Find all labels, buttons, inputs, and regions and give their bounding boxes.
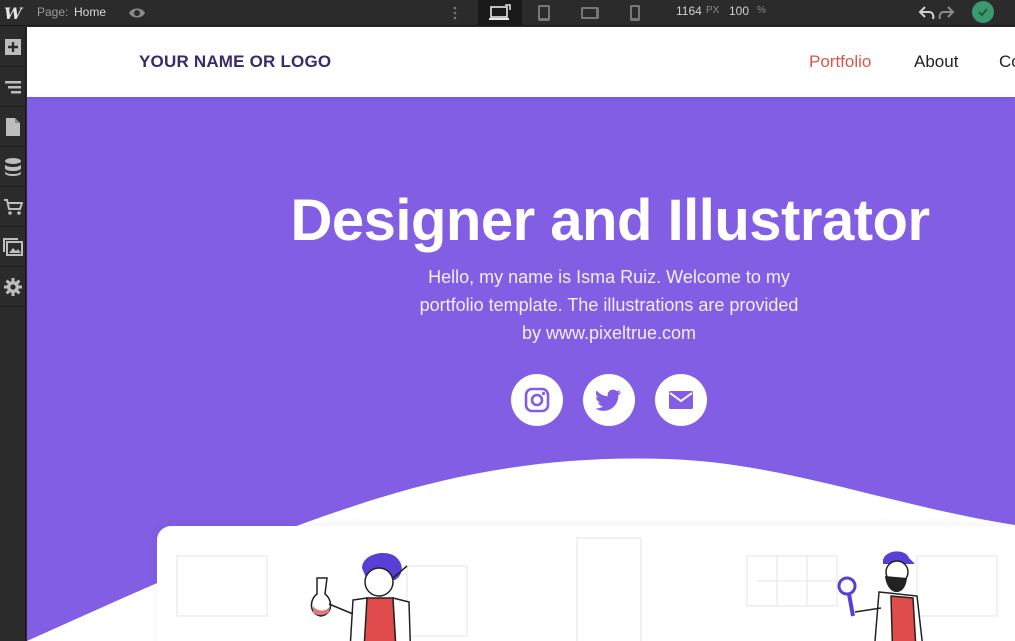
- page-label: Page:: [37, 5, 69, 19]
- hero-title: Designer and Illustrator: [290, 188, 930, 253]
- nav-link-portfolio[interactable]: Portfolio: [809, 52, 871, 72]
- instagram-button[interactable]: [511, 374, 563, 426]
- mobile-landscape-icon: [581, 7, 599, 19]
- hero-text-line: portfolio template. The illustrations ar…: [419, 295, 799, 315]
- page-selector[interactable]: Home: [74, 5, 106, 19]
- detective-illustration: [837, 551, 923, 641]
- landscape-view-button[interactable]: [568, 0, 612, 26]
- add-icon: [5, 38, 21, 55]
- assets-icon: [3, 237, 23, 256]
- twitter-button[interactable]: [583, 374, 635, 426]
- desktop-icon: [489, 4, 511, 20]
- navigator-icon: [5, 80, 21, 93]
- tablet-icon: [538, 5, 550, 21]
- redo-icon[interactable]: [937, 3, 955, 23]
- desktop-view-button[interactable]: [478, 0, 522, 26]
- zoom-value[interactable]: 100: [729, 4, 749, 18]
- mail-icon: [669, 391, 693, 409]
- hero-text-line: Hello, my name is Isma Ruiz. Welcome to …: [428, 267, 790, 287]
- publish-status[interactable]: [972, 1, 994, 23]
- design-canvas[interactable]: YOUR NAME OR LOGO Portfolio About Co Des…: [27, 27, 1015, 641]
- zoom-unit: %: [757, 5, 766, 16]
- navigator-button[interactable]: [0, 67, 26, 107]
- tools-sidebar: [0, 27, 26, 641]
- cms-button[interactable]: [0, 147, 26, 187]
- scientist-illustration: [310, 553, 411, 641]
- cms-icon: [5, 157, 21, 176]
- eye-icon[interactable]: [128, 4, 146, 22]
- pages-button[interactable]: [0, 107, 26, 147]
- email-button[interactable]: [655, 374, 707, 426]
- mobile-portrait-icon: [630, 5, 640, 21]
- undo-icon[interactable]: [918, 3, 936, 23]
- ecommerce-icon: [4, 198, 23, 215]
- canvas-width-value[interactable]: 1164: [676, 4, 702, 18]
- portfolio-card[interactable]: [157, 526, 1015, 641]
- nav-link-about[interactable]: About: [914, 52, 958, 72]
- hero-text-line: by www.pixeltrue.com: [521, 323, 697, 343]
- check-icon: [978, 8, 988, 17]
- app-logo[interactable]: W: [0, 0, 26, 26]
- settings-button[interactable]: [0, 267, 26, 307]
- width-unit: PX: [706, 5, 720, 16]
- site-navbar: YOUR NAME OR LOGO Portfolio About Co: [27, 27, 1015, 97]
- nav-link-contact[interactable]: Co: [999, 52, 1015, 72]
- add-panel-button[interactable]: [0, 27, 26, 67]
- ecommerce-button[interactable]: [0, 187, 26, 227]
- site-logo[interactable]: YOUR NAME OR LOGO: [139, 52, 331, 72]
- settings-icon: [4, 277, 22, 296]
- portfolio-illustrations: [176, 537, 998, 641]
- instagram-icon: [524, 387, 550, 413]
- twitter-icon: [596, 389, 621, 411]
- pages-icon: [6, 117, 20, 136]
- portrait-view-button[interactable]: [613, 0, 657, 26]
- editor-toolbar: W Page: Home 1164 PX 100 %: [0, 0, 1015, 26]
- hero-description: Hello, my name is Isma Ruiz. Welcome to …: [404, 263, 814, 347]
- tablet-view-button[interactable]: [522, 0, 566, 26]
- assets-button[interactable]: [0, 227, 26, 267]
- more-icon[interactable]: [451, 3, 459, 23]
